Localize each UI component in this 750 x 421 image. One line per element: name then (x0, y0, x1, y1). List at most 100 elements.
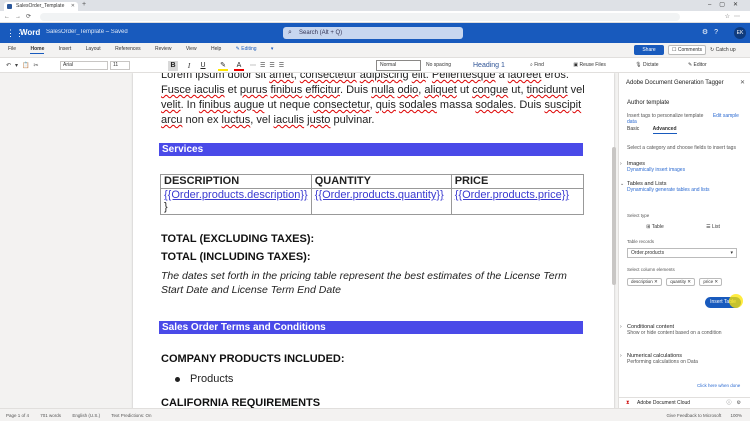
find-button[interactable]: ⌕ Find (530, 62, 558, 68)
status-bar: Page 1 of 4 701 words English (U.S.) Tex… (0, 408, 750, 421)
author-template-heading: Author template (627, 100, 670, 106)
highlight-icon[interactable]: ✎ (218, 61, 228, 71)
type-table-option[interactable]: ⊞ Table (627, 221, 683, 233)
document-page[interactable]: Lorem ipsum dolor sit amet, consectetur … (133, 73, 614, 408)
chip-quantity[interactable]: quantity ✕ (666, 278, 695, 286)
language[interactable]: English (U.S.) (72, 413, 100, 418)
new-tab-icon[interactable]: + (82, 1, 86, 8)
tab-insert[interactable]: Insert (59, 46, 72, 52)
cursor-highlight (729, 294, 743, 308)
table-header-price[interactable]: PRICE (450, 174, 585, 189)
company-products-heading[interactable]: COMPANY PRODUCTS INCLUDED: (161, 353, 345, 365)
tab-references[interactable]: References (115, 46, 141, 52)
titlebar-settings-icon[interactable]: ⚙? (702, 28, 724, 36)
feedback-link[interactable]: Click here when done (697, 383, 740, 388)
tab-file[interactable]: File (8, 46, 16, 52)
tab-help[interactable]: Help (211, 46, 221, 52)
paragraph-format-icons[interactable]: ⋯☰☰☰ (250, 62, 288, 69)
browser-extensions-icon[interactable]: ☆⋯ (725, 13, 744, 20)
page-count[interactable]: Page 1 of 4 (6, 413, 29, 418)
table-records-label: Table records (627, 239, 655, 244)
california-heading[interactable]: CALIFORNIA REQUIREMENTS (161, 397, 320, 408)
text-predictions[interactable]: Text Predictions: On (111, 413, 151, 418)
products-table[interactable]: DESCRIPTION QUANTITY PRICE {{Order.produ… (160, 174, 585, 215)
catch-up-button[interactable]: ↻ Catch up (710, 47, 736, 53)
chevron-down-icon: ⌄ (620, 181, 625, 187)
select-elements-label: Select column elements (627, 267, 675, 272)
tab-view[interactable]: View (186, 46, 197, 52)
style-no-spacing[interactable]: No spacing (423, 60, 468, 71)
word-title-bar: ⋮⋮ Word SalesOrder_Template – Saved ⌕ Se… (0, 23, 750, 43)
terms-heading[interactable]: Sales Order Terms and Conditions (159, 321, 583, 334)
dictate-button[interactable]: 🎙 Dictate (635, 62, 672, 68)
tab-close-icon[interactable]: ✕ (71, 2, 75, 11)
reuse-files-button[interactable]: ▣ Reuse Files (573, 62, 620, 68)
search-box[interactable]: ⌕ Search (Alt + Q) (283, 27, 463, 39)
table-records-dropdown[interactable]: Order.products ▾ (627, 248, 737, 258)
url-field[interactable] (40, 13, 680, 21)
type-list-option[interactable]: ☰ List (685, 221, 741, 233)
table-cell-price[interactable]: {{Order.products.price}} (450, 188, 585, 215)
bold-button[interactable]: B (168, 61, 178, 71)
table-cell-description[interactable]: {{Order.products.description}}} (160, 188, 312, 215)
share-button[interactable]: Share (634, 45, 664, 55)
nav-buttons-icon[interactable]: ←→⟳ (4, 13, 36, 20)
document-canvas[interactable]: Lorem ipsum dolor sit amet, consectetur … (0, 73, 618, 408)
tables-lists-option[interactable]: ⌄ Tables and Lists Dynamically generate … (620, 181, 710, 193)
select-type-label: Select type (627, 213, 650, 218)
table-cell-quantity[interactable]: {{Order.products.quantity}} (310, 188, 452, 215)
editing-mode-dropdown[interactable]: ✎ Editing ▾ (236, 46, 274, 52)
avatar[interactable]: EK (734, 27, 746, 39)
document-name[interactable]: SalesOrder_Template – Saved (46, 29, 128, 35)
chip-price[interactable]: price ✕ (699, 278, 723, 286)
vertical-scrollbar[interactable] (612, 147, 616, 285)
list-item[interactable]: Products (175, 373, 233, 385)
pricing-note[interactable]: The dates set forth in the pricing table… (161, 269, 591, 297)
panel-info-settings-icon[interactable]: ⓘ⚙ (727, 398, 746, 408)
feedback-status[interactable]: Give Feedback to Microsoft (666, 413, 721, 418)
ribbon-right-group: ⌕ Find ▣ Reuse Files 🎙 Dictate ✎ Editor (530, 62, 735, 68)
font-name-dropdown[interactable]: Arial (60, 61, 108, 70)
tab-basic[interactable]: Basic (627, 126, 639, 132)
lorem-paragraph[interactable]: Lorem ipsum dolor sit amet, consectetur … (161, 73, 586, 128)
font-color-icon[interactable]: A (234, 61, 244, 71)
tab-review[interactable]: Review (155, 46, 171, 52)
zoom-level[interactable]: 100% (730, 413, 742, 418)
table-header-description[interactable]: DESCRIPTION (160, 174, 312, 189)
browser-tab[interactable]: SalesOrder_Template ✕ (4, 2, 78, 11)
total-excluding-taxes[interactable]: TOTAL (EXCLUDING TAXES): (161, 233, 314, 245)
panel-footer: ⧗ Adobe Document Cloud ⓘ⚙ (619, 397, 750, 408)
numerical-calculations-option[interactable]: › Numerical calculations Performing calc… (620, 353, 698, 365)
tab-layout[interactable]: Layout (86, 46, 101, 52)
word-count[interactable]: 701 words (40, 413, 61, 418)
undo-clipboard-icons[interactable]: ↶▾📋✂ (6, 62, 43, 69)
panel-hint: Select a category and choose fields to i… (627, 145, 736, 151)
total-including-taxes[interactable]: TOTAL (INCLUDING TAXES): (161, 251, 311, 263)
conditional-content-option[interactable]: › Conditional content Show or hide conte… (620, 324, 722, 336)
menu-bar: File Home Insert Layout References Revie… (0, 43, 750, 57)
style-heading-1[interactable]: Heading 1 (470, 60, 515, 71)
bullet-icon (175, 376, 180, 382)
chevron-right-icon: › (620, 161, 622, 167)
chip-description[interactable]: description ✕ (627, 278, 662, 286)
window-controls[interactable]: –▢✕ (708, 1, 746, 8)
app-window: SalesOrder_Template ✕ + –▢✕ ←→⟳ ☆⋯ ⋮⋮ Wo… (0, 0, 750, 421)
tab-home[interactable]: Home (30, 46, 45, 54)
adobe-logo-icon: ⧗ (626, 400, 630, 406)
services-heading[interactable]: Services (159, 143, 583, 156)
panel-close-icon[interactable]: ✕ (740, 79, 745, 86)
underline-button[interactable]: U (198, 61, 208, 71)
italic-button[interactable]: I (184, 61, 194, 71)
tab-advanced[interactable]: Advanced (652, 126, 677, 134)
style-normal[interactable]: Normal (376, 60, 421, 71)
panel-footer-label: Adobe Document Cloud (637, 400, 691, 406)
app-name[interactable]: Word (20, 28, 40, 37)
search-placeholder: Search (Alt + Q) (299, 30, 343, 36)
images-option[interactable]: › Images Dynamically insert images (620, 161, 685, 173)
chevron-right-icon: › (620, 353, 622, 359)
table-header-quantity[interactable]: QUANTITY (310, 174, 452, 189)
editor-button[interactable]: ✎ Editor (688, 62, 721, 68)
font-size-dropdown[interactable]: 11 (110, 61, 130, 70)
chevron-right-icon: › (620, 324, 622, 330)
comments-button[interactable]: ☐ Comments (668, 45, 706, 55)
